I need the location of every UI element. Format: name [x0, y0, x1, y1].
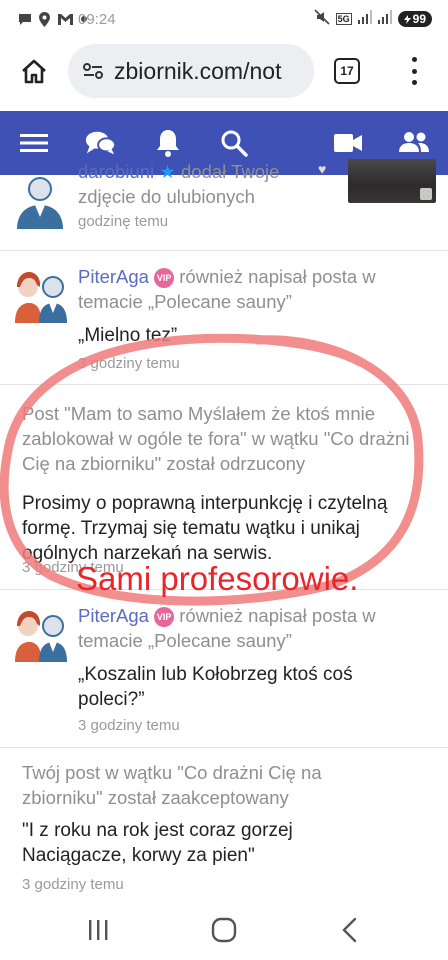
url-text: zbiornik.com/not [114, 57, 282, 84]
notification-item[interactable]: PiterAga VIP również napisał posta w tem… [0, 251, 448, 385]
username-link[interactable]: PiterAga [78, 605, 149, 626]
people-icon[interactable] [398, 127, 430, 159]
system-navigation-bar [0, 900, 448, 960]
chat-icon[interactable] [84, 127, 116, 159]
vip-badge: VIP [154, 607, 175, 627]
home-nav-icon[interactable] [208, 914, 240, 946]
heart-icon: ♥ [318, 161, 327, 177]
avatar-couple [11, 604, 69, 662]
post-quote[interactable]: „Koszalin lub Kołobrzeg ktoś coś poleci?… [78, 662, 408, 712]
battery-level: 99 [412, 12, 426, 26]
photo-thumbnail[interactable] [348, 159, 436, 203]
notification-item[interactable]: darobiuni ★ dodał Twoje zdjęcie do ulubi… [0, 159, 448, 251]
username-link[interactable]: PiterAga [78, 266, 149, 287]
vip-badge: VIP [154, 268, 175, 288]
signal-icon [357, 9, 372, 29]
status-bar: 09:24 5G 99 [0, 0, 448, 38]
timestamp: 3 godziny temu [22, 559, 124, 576]
timestamp: godzinę temu [78, 213, 169, 230]
video-icon[interactable] [332, 127, 364, 159]
signal-icon-2 [377, 9, 392, 29]
menu-icon[interactable] [18, 127, 50, 159]
notification-item[interactable]: Twój post w wątku "Co drażni Cię na zbio… [0, 748, 448, 900]
timestamp: 3 godziny temu [78, 717, 180, 734]
search-icon[interactable] [218, 127, 250, 159]
notification-text: Twój post w wątku "Co drażni Cię na zbio… [22, 762, 322, 808]
gmail-icon [57, 13, 74, 26]
tab-switcher-button[interactable]: 17 [334, 58, 360, 84]
status-time: 09:24 [78, 10, 116, 28]
notification-text: Post "Mam to samo Myślałem że ktoś mnie … [22, 403, 410, 474]
avatar [11, 171, 69, 229]
post-quote[interactable]: „Mielno tez” [78, 323, 418, 348]
browser-toolbar: zbiornik.com/not 17 [0, 40, 448, 102]
avatar-couple [11, 265, 69, 323]
bell-icon[interactable] [152, 127, 184, 159]
more-menu-icon[interactable] [404, 54, 424, 88]
timestamp: 3 godziny temu [22, 876, 124, 893]
recent-apps-icon[interactable] [82, 914, 114, 946]
home-icon [22, 59, 46, 84]
message-notification-icon [18, 13, 32, 26]
location-icon [39, 11, 50, 27]
back-icon[interactable] [334, 914, 366, 946]
username-link[interactable]: darobiuni [78, 161, 154, 182]
network-label: 5G [335, 13, 352, 25]
timestamp: 3 godziny temu [78, 355, 180, 372]
mute-icon [314, 8, 330, 30]
home-button[interactable] [14, 52, 54, 92]
notification-item[interactable]: Post "Mam to samo Myślałem że ktoś mnie … [0, 385, 448, 590]
star-icon: ★ [159, 161, 176, 182]
notification-item[interactable]: PiterAga VIP również napisał posta w tem… [0, 590, 448, 748]
rejection-reason: Prosimy o poprawną interpunkcję i czytel… [22, 493, 388, 564]
battery-indicator: 99 [397, 11, 432, 27]
post-quote[interactable]: "I z roku na rok jest coraz gorzej Nacią… [22, 818, 382, 868]
address-bar[interactable]: zbiornik.com/not [68, 44, 314, 98]
site-settings-icon[interactable] [82, 60, 104, 82]
